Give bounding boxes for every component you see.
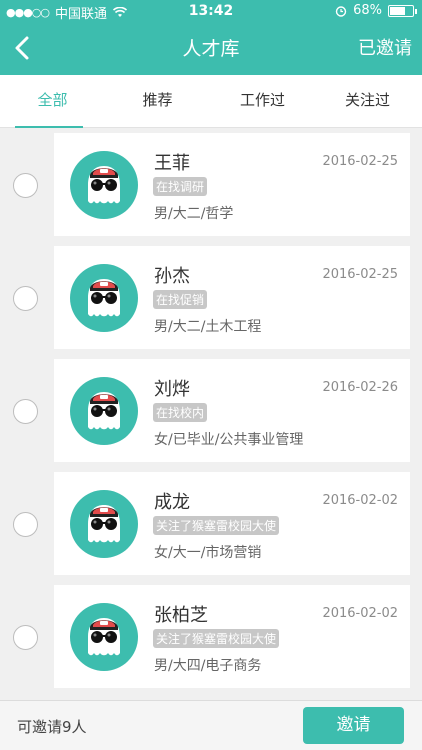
status-tag: 在找促销 (153, 290, 208, 309)
candidate-card[interactable]: 王菲 2016-02-25 在找调研 男/大二/哲学 (54, 133, 410, 236)
candidate-card[interactable]: 张柏芝 2016-02-02 关注了猴塞雷校园大使 男/大四/电子商务 (54, 585, 410, 688)
avatar (70, 264, 138, 332)
candidate-name: 王菲 (154, 153, 190, 174)
candidate-date: 2016-02-02 (322, 606, 398, 621)
navbar: 人才库 已邀请 (0, 22, 422, 75)
tab-bar: 全部 推荐 工作过 关注过 (0, 75, 422, 128)
list-item: 孙杰 2016-02-25 在找促销 男/大二/土木工程 (0, 246, 422, 349)
candidate-date: 2016-02-26 (322, 380, 398, 395)
battery-icon (388, 4, 417, 17)
candidate-info: 女/大一/市场营销 (154, 545, 262, 561)
select-radio[interactable] (13, 512, 38, 537)
select-radio[interactable] (13, 399, 38, 424)
battery-text: 68% (353, 3, 382, 18)
tab-followed[interactable]: 关注过 (315, 75, 420, 128)
candidate-name: 孙杰 (154, 266, 190, 287)
candidate-card[interactable]: 孙杰 2016-02-25 在找促销 男/大二/土木工程 (54, 246, 410, 349)
candidate-card[interactable]: 刘烨 2016-02-26 在找校内 女/已毕业/公共事业管理 (54, 359, 410, 462)
list-item: 王菲 2016-02-25 在找调研 男/大二/哲学 (0, 133, 422, 236)
list-item: 刘烨 2016-02-26 在找校内 女/已毕业/公共事业管理 (0, 359, 422, 462)
invited-button[interactable]: 已邀请 (358, 34, 412, 60)
list-item: 张柏芝 2016-02-02 关注了猴塞雷校园大使 男/大四/电子商务 (0, 585, 422, 688)
candidate-name: 刘烨 (154, 379, 190, 400)
status-tag: 关注了猴塞雷校园大使 (153, 629, 280, 648)
footer-bar: 可邀请9人 邀请 (0, 700, 422, 750)
status-right: 68% (335, 3, 417, 18)
candidate-card[interactable]: 成龙 2016-02-02 关注了猴塞雷校园大使 女/大一/市场营销 (54, 472, 410, 575)
avatar (70, 377, 138, 445)
candidate-info: 女/已毕业/公共事业管理 (154, 432, 304, 448)
candidate-info: 男/大二/哲学 (154, 206, 234, 222)
status-tag: 关注了猴塞雷校园大使 (153, 516, 280, 535)
alarm-icon (335, 5, 347, 17)
invite-button[interactable]: 邀请 (303, 707, 404, 744)
candidate-date: 2016-02-25 (322, 154, 398, 169)
candidate-name: 张柏芝 (154, 605, 208, 626)
tab-all[interactable]: 全部 (0, 75, 105, 128)
candidate-date: 2016-02-02 (322, 493, 398, 508)
invite-count-label: 可邀请9人 (17, 718, 87, 736)
status-tag: 在找调研 (153, 177, 208, 196)
header: ●●●○○ 中国联通 13:42 68% 人才库 已邀请 (0, 0, 422, 75)
avatar (70, 490, 138, 558)
select-radio[interactable] (13, 625, 38, 650)
candidate-name: 成龙 (154, 492, 190, 513)
candidate-info: 男/大二/土木工程 (154, 319, 262, 335)
tab-recommended[interactable]: 推荐 (105, 75, 210, 128)
avatar (70, 151, 138, 219)
status-bar: ●●●○○ 中国联通 13:42 68% (0, 0, 422, 22)
candidate-list: 王菲 2016-02-25 在找调研 男/大二/哲学 孙杰 2016-02-25… (0, 128, 422, 699)
status-tag: 在找校内 (153, 403, 208, 422)
tab-worked-with[interactable]: 工作过 (210, 75, 315, 128)
avatar (70, 603, 138, 671)
select-radio[interactable] (13, 286, 38, 311)
list-item: 成龙 2016-02-02 关注了猴塞雷校园大使 女/大一/市场营销 (0, 472, 422, 575)
candidate-date: 2016-02-25 (322, 267, 398, 282)
candidate-info: 男/大四/电子商务 (154, 658, 262, 674)
select-radio[interactable] (13, 173, 38, 198)
